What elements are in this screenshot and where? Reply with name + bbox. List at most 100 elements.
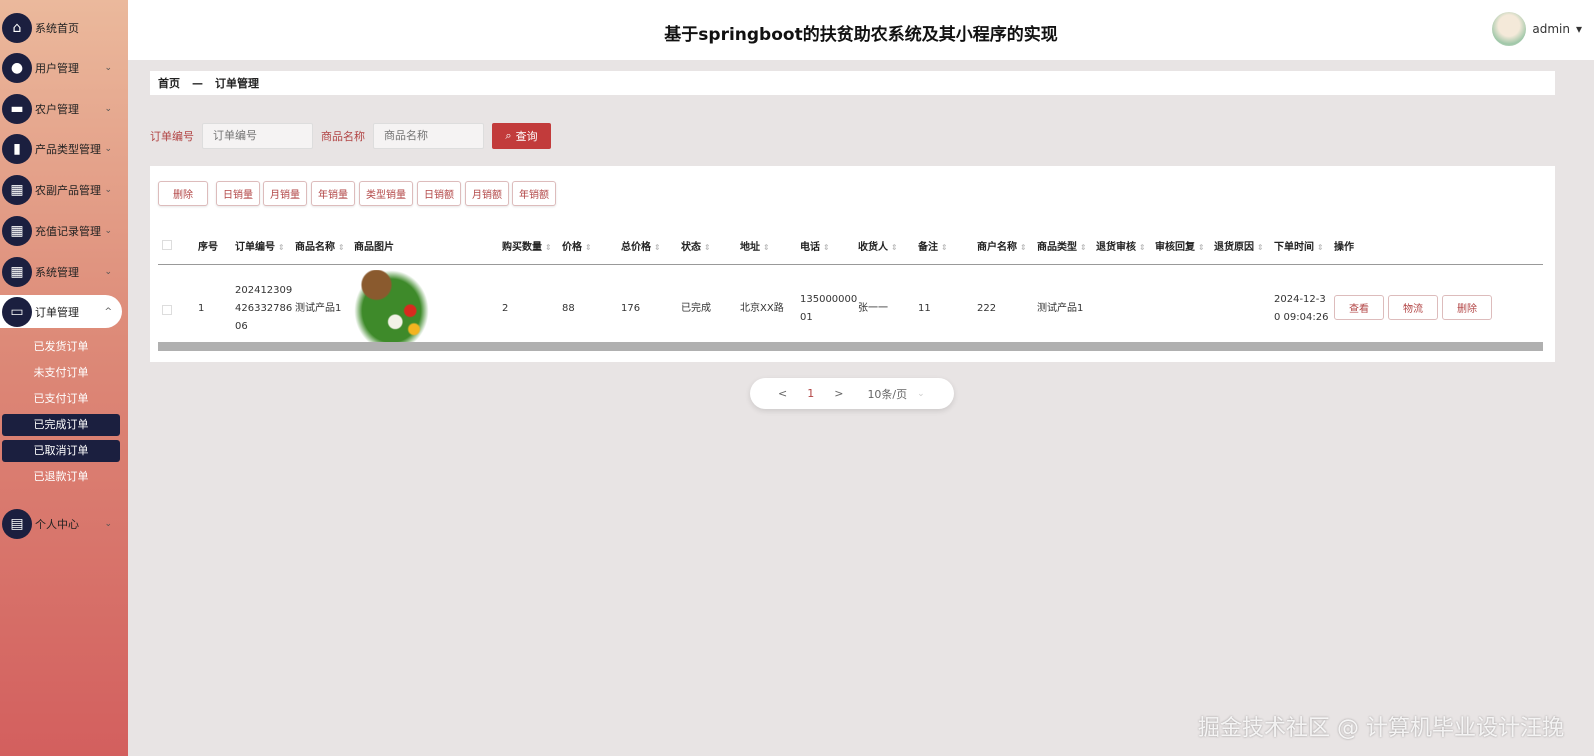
page-title: 基于springboot的扶贫助农系统及其小程序的实现 xyxy=(664,25,1058,45)
horizontal-scrollbar[interactable] xyxy=(158,342,1543,351)
next-page-button[interactable]: > xyxy=(834,387,843,400)
avatar xyxy=(1492,12,1527,46)
page-size-select[interactable]: 10条/页 xyxy=(867,386,907,402)
sidebar-item-users[interactable]: ● 用户管理 ⌄ xyxy=(0,50,122,86)
col-product-name[interactable]: 商品名称 ⇕ xyxy=(295,238,345,253)
sidebar-item-label: 农副产品管理 xyxy=(35,184,101,197)
sub-item-shipped[interactable]: 已发货订单 xyxy=(2,336,120,358)
cell-price: 88 xyxy=(562,303,575,314)
order-icon: ▭ xyxy=(2,296,32,327)
sidebar-item-profile[interactable]: ▤ 个人中心 ⌄ xyxy=(0,506,122,542)
col-actions: 操作 xyxy=(1334,242,1354,253)
sort-icon: ⇕ xyxy=(891,243,898,252)
page-1[interactable]: 1 xyxy=(807,387,814,400)
chevron-down-icon: ⌄ xyxy=(104,104,112,114)
breadcrumb: 首页 — 订单管理 xyxy=(150,71,1555,95)
sidebar-item-label: 充值记录管理 xyxy=(35,225,101,238)
sidebar-item-label: 农户管理 xyxy=(35,103,79,116)
row-delete-button[interactable]: 删除 xyxy=(1442,295,1492,320)
cell-qty: 2 xyxy=(502,303,509,314)
sidebar-item-product-types[interactable]: ▮ 产品类型管理 ⌄ xyxy=(0,131,122,167)
chevron-down-icon: ⌄ xyxy=(104,144,112,154)
query-label: 查询 xyxy=(515,131,538,143)
col-type[interactable]: 商品类型 ⇕ xyxy=(1037,238,1087,253)
sidebar-item-recharge[interactable]: ▦ 充值记录管理 ⌄ xyxy=(0,213,122,249)
yearly-sales-button[interactable]: 年销量 xyxy=(311,181,355,206)
cell-order-time: 2024-12-3 0 09:04:26 xyxy=(1274,294,1329,323)
col-receiver[interactable]: 收货人 ⇕ xyxy=(858,238,898,253)
chevron-down-icon: ⌄ xyxy=(104,63,112,73)
col-total[interactable]: 总价格 ⇕ xyxy=(621,238,661,253)
sidebar-item-farmers[interactable]: ▬ 农户管理 ⌄ xyxy=(0,91,122,127)
col-order-time[interactable]: 下单时间 ⇕ xyxy=(1274,238,1324,253)
sidebar-item-orders[interactable]: ▭ 订单管理 ^ xyxy=(0,295,122,328)
delete-button[interactable]: 删除 xyxy=(158,181,208,206)
sort-icon: ⇕ xyxy=(654,243,661,252)
user-icon: ● xyxy=(2,53,32,83)
col-note[interactable]: 备注 ⇕ xyxy=(918,238,948,253)
search-icon: ⌕ xyxy=(505,129,512,142)
cell-phone: 135000000 01 xyxy=(800,294,858,323)
sidebar-item-system[interactable]: ▦ 系统管理 ⌄ xyxy=(0,254,122,290)
col-product-image: 商品图片 xyxy=(354,242,394,253)
sort-icon: ⇕ xyxy=(763,243,770,252)
sub-item-unpaid[interactable]: 未支付订单 xyxy=(2,362,120,384)
cell-total: 176 xyxy=(621,303,641,314)
monthly-revenue-button[interactable]: 月销额 xyxy=(465,181,509,206)
select-all-checkbox[interactable] xyxy=(162,240,172,250)
col-status[interactable]: 状态 ⇕ xyxy=(681,238,711,253)
grid-icon: ▦ xyxy=(2,175,32,205)
order-no-input[interactable] xyxy=(202,123,313,149)
query-button[interactable]: ⌕ 查询 xyxy=(492,123,551,149)
prev-page-button[interactable]: < xyxy=(778,387,787,400)
breadcrumb-current: 订单管理 xyxy=(215,77,259,90)
username: admin xyxy=(1532,22,1570,36)
product-name-input[interactable] xyxy=(373,123,484,149)
sub-item-refunded[interactable]: 已退款订单 xyxy=(2,466,120,488)
sidebar-item-label: 用户管理 xyxy=(35,62,79,75)
daily-revenue-button[interactable]: 日销额 xyxy=(417,181,461,206)
type-sales-button[interactable]: 类型销量 xyxy=(359,181,413,206)
header-divider xyxy=(158,264,1543,265)
col-phone[interactable]: 电话 ⇕ xyxy=(800,238,830,253)
sub-item-paid[interactable]: 已支付订单 xyxy=(2,388,120,410)
sub-item-cancelled[interactable]: 已取消订单 xyxy=(2,440,120,462)
caret-down-icon: ▾ xyxy=(1575,22,1582,36)
product-image[interactable] xyxy=(354,270,429,344)
breadcrumb-home[interactable]: 首页 xyxy=(158,75,180,91)
daily-sales-button[interactable]: 日销量 xyxy=(216,181,260,206)
sort-icon: ⇕ xyxy=(545,243,552,252)
sub-item-completed[interactable]: 已完成订单 xyxy=(2,414,120,436)
col-return-reason[interactable]: 退货原因 ⇕ xyxy=(1214,238,1264,253)
sidebar-item-products[interactable]: ▦ 农副产品管理 ⌄ xyxy=(0,172,122,208)
home-icon: ⌂ xyxy=(2,13,32,43)
col-price[interactable]: 价格 ⇕ xyxy=(562,238,592,253)
order-no-label: 订单编号 xyxy=(150,130,194,143)
sort-icon: ⇕ xyxy=(941,243,948,252)
sort-icon: ⇕ xyxy=(1257,243,1264,252)
view-button[interactable]: 查看 xyxy=(1334,295,1384,320)
user-menu[interactable]: admin ▾ xyxy=(1492,12,1582,46)
yearly-revenue-button[interactable]: 年销额 xyxy=(512,181,556,206)
row-checkbox[interactable] xyxy=(162,305,172,315)
logistics-button[interactable]: 物流 xyxy=(1388,295,1438,320)
sort-icon: ⇕ xyxy=(1139,243,1146,252)
card-icon: ▤ xyxy=(2,509,32,539)
sort-icon: ⇕ xyxy=(1020,243,1027,252)
col-order-no[interactable]: 订单编号 ⇕ xyxy=(235,238,285,253)
cell-product-name: 测试产品1 xyxy=(295,303,342,314)
sidebar-item-label: 个人中心 xyxy=(35,518,79,531)
cell-merchant: 222 xyxy=(977,303,997,314)
cell-receiver: 张一一 xyxy=(858,303,888,314)
chevron-down-icon: ⌄ xyxy=(104,267,112,277)
col-review-reply[interactable]: 审核回复 ⇕ xyxy=(1155,238,1205,253)
col-return-review[interactable]: 退货审核 ⇕ xyxy=(1096,238,1146,253)
col-qty[interactable]: 购买数量 ⇕ xyxy=(502,238,552,253)
monthly-sales-button[interactable]: 月销量 xyxy=(263,181,307,206)
sidebar-item-home[interactable]: ⌂ 系统首页 xyxy=(0,10,122,46)
cell-status: 已完成 xyxy=(681,303,711,314)
sort-icon: ⇕ xyxy=(1080,243,1087,252)
chevron-down-icon: ⌄ xyxy=(104,185,112,195)
col-address[interactable]: 地址 ⇕ xyxy=(740,238,770,253)
col-merchant[interactable]: 商户名称 ⇕ xyxy=(977,238,1027,253)
